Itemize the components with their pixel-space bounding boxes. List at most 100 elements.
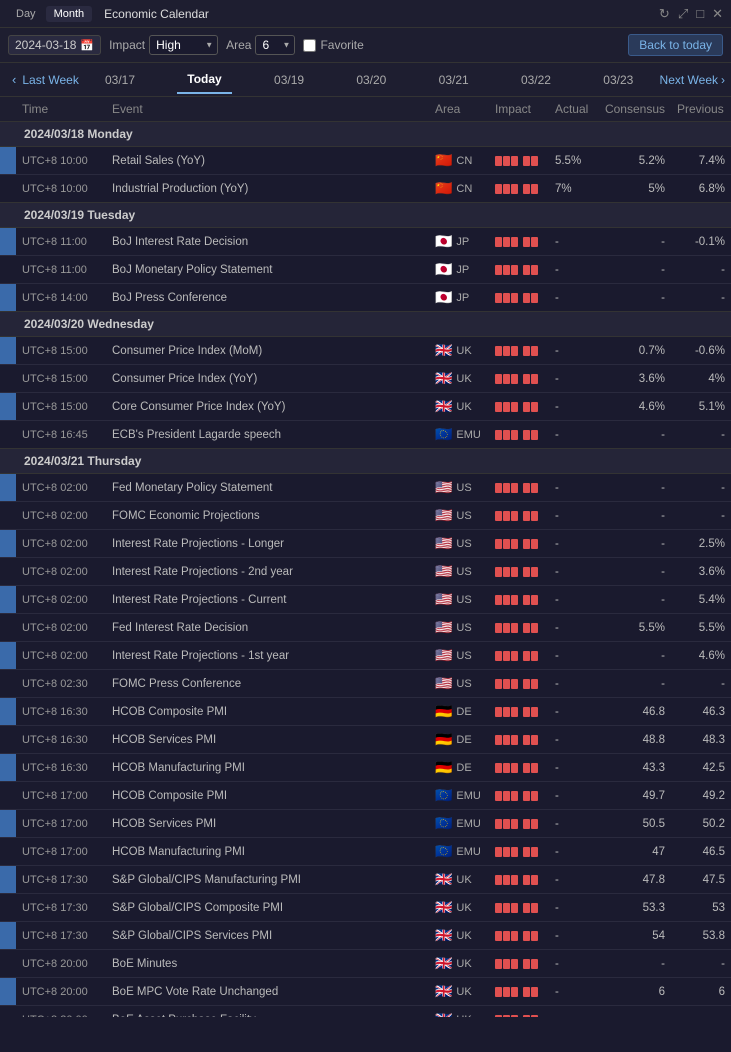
table-row[interactable]: UTC+8 17:30S&P Global/CIPS Services PMI🇬… <box>0 922 731 950</box>
event-area: 🇺🇸US <box>429 558 489 586</box>
th-area: Area <box>429 97 489 122</box>
event-name: Fed Interest Rate Decision <box>106 614 429 642</box>
table-row[interactable]: UTC+8 11:00BoJ Interest Rate Decision🇯🇵J… <box>0 228 731 256</box>
event-time: UTC+8 16:45 <box>16 421 106 449</box>
table-row[interactable]: UTC+8 02:30FOMC Press Conference🇺🇸US--- <box>0 670 731 698</box>
event-previous: 2.5% <box>671 530 731 558</box>
table-row[interactable]: UTC+8 10:00Retail Sales (YoY)🇨🇳CN5.5%5.2… <box>0 147 731 175</box>
event-name: Interest Rate Projections - Longer <box>106 530 429 558</box>
table-row[interactable]: UTC+8 20:00BoE MPC Vote Rate Unchanged🇬🇧… <box>0 978 731 1006</box>
th-impact: Impact <box>489 97 549 122</box>
row-indicator <box>0 922 16 950</box>
tab-day[interactable]: Day <box>8 6 44 22</box>
nav-date-0319[interactable]: 03/19 <box>264 67 314 93</box>
event-time: UTC+8 15:00 <box>16 393 106 421</box>
table-row[interactable]: UTC+8 02:00Interest Rate Projections - 2… <box>0 558 731 586</box>
area-code: US <box>456 622 471 634</box>
area-code: UK <box>456 902 471 914</box>
event-consensus: 0.7% <box>599 337 671 365</box>
event-impact <box>489 698 549 726</box>
event-area: 🇬🇧UK <box>429 894 489 922</box>
table-row[interactable]: UTC+8 14:00BoJ Press Conference🇯🇵JP--- <box>0 284 731 312</box>
date-input-wrap[interactable]: 2024-03-18 📅 <box>8 35 101 55</box>
table-row[interactable]: UTC+8 02:00Fed Interest Rate Decision🇺🇸U… <box>0 614 731 642</box>
event-time: UTC+8 02:00 <box>16 530 106 558</box>
event-consensus: 5.2% <box>599 147 671 175</box>
close-icon[interactable]: ✕ <box>712 6 723 22</box>
table-row[interactable]: UTC+8 16:45ECB's President Lagarde speec… <box>0 421 731 449</box>
impact-bars-wrap <box>495 763 543 773</box>
event-area: 🇺🇸 US <box>429 614 489 642</box>
expand-icon[interactable]: ⤢ <box>678 6 688 22</box>
table-row[interactable]: UTC+8 02:00Interest Rate Projections - L… <box>0 530 731 558</box>
event-name: Interest Rate Projections - Current <box>106 586 429 614</box>
nav-date-0320[interactable]: 03/20 <box>346 67 396 93</box>
event-time: UTC+8 15:00 <box>16 337 106 365</box>
event-name: Fed Monetary Policy Statement <box>106 474 429 502</box>
row-indicator <box>0 670 16 698</box>
event-impact <box>489 530 549 558</box>
table-row[interactable]: UTC+8 02:00Interest Rate Projections - C… <box>0 586 731 614</box>
table-row[interactable]: UTC+8 02:00FOMC Economic Projections🇺🇸US… <box>0 502 731 530</box>
row-indicator <box>0 642 16 670</box>
th-time: Time <box>16 97 106 122</box>
day-header-label: 2024/03/18 Monday <box>16 122 731 147</box>
nav-dates: 03/17 Today 03/19 03/20 03/21 03/22 03/2… <box>79 66 660 94</box>
table-row[interactable]: UTC+8 16:30HCOB Composite PMI🇩🇪DE-46.846… <box>0 698 731 726</box>
flag-icon: 🇬🇧 <box>435 983 452 1000</box>
nav-next-label[interactable]: Next Week › <box>660 73 725 87</box>
area-code: CN <box>456 155 472 167</box>
table-row[interactable]: UTC+8 16:30HCOB Manufacturing PMI🇩🇪DE-43… <box>0 754 731 782</box>
impact-select[interactable]: HighMediumLow <box>149 35 218 55</box>
event-previous: - <box>671 284 731 312</box>
row-indicator <box>0 866 16 894</box>
table-row[interactable]: UTC+8 10:00Industrial Production (YoY)🇨🇳… <box>0 175 731 203</box>
event-previous: 4.6% <box>671 642 731 670</box>
event-impact <box>489 642 549 670</box>
event-consensus: - <box>599 284 671 312</box>
table-row[interactable]: UTC+8 17:00HCOB Manufacturing PMI🇪🇺EMU-4… <box>0 838 731 866</box>
table-row[interactable]: UTC+8 15:00Core Consumer Price Index (Yo… <box>0 393 731 421</box>
event-time: UTC+8 17:30 <box>16 866 106 894</box>
table-row[interactable]: UTC+8 17:00HCOB Services PMI🇪🇺EMU-50.550… <box>0 810 731 838</box>
table-row[interactable]: UTC+8 20:00BoE Minutes🇬🇧UK--- <box>0 950 731 978</box>
event-name: Retail Sales (YoY) <box>106 147 429 175</box>
flag-icon: 🇺🇸 <box>435 619 452 636</box>
area-select[interactable]: 6All <box>255 35 295 55</box>
event-actual: - <box>549 838 599 866</box>
event-consensus: - <box>599 950 671 978</box>
event-area: 🇯🇵JP <box>429 256 489 284</box>
nav-prev-label[interactable]: Last Week <box>22 73 78 87</box>
refresh-icon[interactable]: ↻ <box>659 6 670 22</box>
table-row[interactable]: UTC+8 20:00BoE Asset Purchase Facility🇬🇧… <box>0 1006 731 1018</box>
tab-month[interactable]: Month <box>46 6 93 22</box>
event-previous: - <box>671 421 731 449</box>
nav-prev-arrow[interactable]: ‹ <box>6 68 22 91</box>
event-actual: - <box>549 922 599 950</box>
table-row[interactable]: UTC+8 17:30S&P Global/CIPS Manufacturing… <box>0 866 731 894</box>
nav-date-0323[interactable]: 03/23 <box>593 67 643 93</box>
table-header-row: Time Event Area Impact Actual Consensus … <box>0 97 731 122</box>
back-today-button[interactable]: Back to today <box>628 34 723 56</box>
table-row[interactable]: UTC+8 02:00Interest Rate Projections - 1… <box>0 642 731 670</box>
table-row[interactable]: UTC+8 17:00HCOB Composite PMI🇪🇺EMU-49.74… <box>0 782 731 810</box>
calendar-scroll-area[interactable]: Time Event Area Impact Actual Consensus … <box>0 97 731 1017</box>
table-row[interactable]: UTC+8 15:00Consumer Price Index (MoM)🇬🇧U… <box>0 337 731 365</box>
nav-date-0322[interactable]: 03/22 <box>511 67 561 93</box>
event-actual: - <box>549 284 599 312</box>
nav-date-0321[interactable]: 03/21 <box>429 67 479 93</box>
nav-date-0317[interactable]: 03/17 <box>95 67 145 93</box>
table-row[interactable]: UTC+8 02:00Fed Monetary Policy Statement… <box>0 474 731 502</box>
event-consensus: - <box>599 421 671 449</box>
event-name: Consumer Price Index (YoY) <box>106 365 429 393</box>
event-area: 🇺🇸US <box>429 502 489 530</box>
table-row[interactable]: UTC+8 11:00BoJ Monetary Policy Statement… <box>0 256 731 284</box>
event-area: 🇪🇺EMU <box>429 810 489 838</box>
table-row[interactable]: UTC+8 15:00Consumer Price Index (YoY)🇬🇧U… <box>0 365 731 393</box>
table-row[interactable]: UTC+8 17:30S&P Global/CIPS Composite PMI… <box>0 894 731 922</box>
table-row[interactable]: UTC+8 16:30HCOB Services PMI🇩🇪DE-48.848.… <box>0 726 731 754</box>
pin-icon[interactable]: □ <box>696 6 704 22</box>
nav-date-today[interactable]: Today <box>177 66 231 94</box>
favorite-checkbox[interactable] <box>303 39 316 52</box>
impact-bars-wrap <box>495 156 543 166</box>
